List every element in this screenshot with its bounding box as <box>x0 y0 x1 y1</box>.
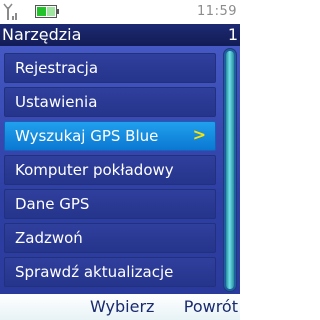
menu-item-label: Zadzwoń <box>15 229 83 247</box>
select-softkey[interactable]: Wybierz <box>90 297 154 316</box>
menu-item-wyszukaj-gps-blue[interactable]: Wyszukaj GPS Blue > <box>4 121 216 151</box>
status-bar: 11:59 <box>0 0 240 24</box>
scrollbar-thumb[interactable] <box>224 49 236 291</box>
page-number: 1 <box>227 25 238 44</box>
menu-item-label: Sprawdź aktualizacje <box>15 263 174 281</box>
menu-item-label: Ustawienia <box>15 93 98 111</box>
clock: 11:59 <box>197 4 237 19</box>
menu-item-label: Wyszukaj GPS Blue <box>15 127 159 145</box>
menu-item-rejestracja[interactable]: Rejestracja <box>4 53 216 83</box>
menu-item-sprawdz-aktualizacje[interactable]: Sprawdź aktualizacje <box>4 257 216 287</box>
chevron-right-icon: > <box>192 125 206 144</box>
signal-antenna-icon <box>3 3 17 20</box>
menu-list: Rejestracja Ustawienia Wyszukaj GPS Blue… <box>0 46 240 294</box>
menu-item-dane-gps[interactable]: Dane GPS <box>4 189 216 219</box>
menu-item-label: Rejestracja <box>15 59 99 77</box>
menu-item-ustawienia[interactable]: Ustawienia <box>4 87 216 117</box>
page-title: Narzędzia <box>2 25 82 44</box>
menu-item-komputer-pokladowy[interactable]: Komputer pokładowy <box>4 155 216 185</box>
softkey-bar: Wybierz Powrót <box>0 294 240 320</box>
battery-icon <box>35 5 59 18</box>
menu-item-label: Komputer pokładowy <box>15 161 174 179</box>
back-softkey[interactable]: Powrót <box>184 297 238 316</box>
title-bar: Narzędzia 1 <box>0 24 240 46</box>
menu-item-label: Dane GPS <box>15 195 90 213</box>
menu-item-zadzwon[interactable]: Zadzwoń <box>4 223 216 253</box>
